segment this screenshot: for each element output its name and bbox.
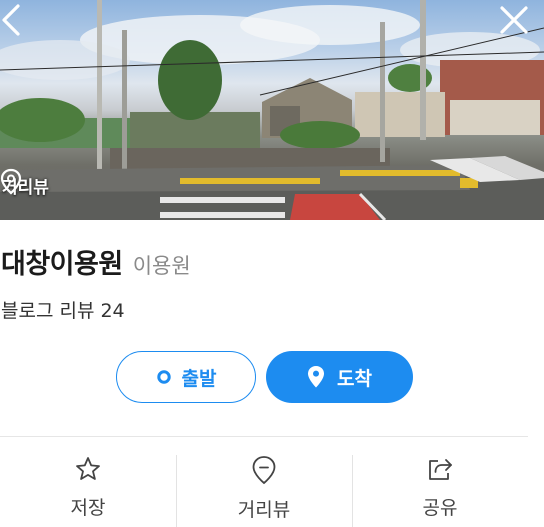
close-button[interactable] <box>498 4 530 36</box>
blog-review-label: 블로그 리뷰 <box>1 300 95 322</box>
title-row: 대창이용원 이용원 <box>1 242 191 281</box>
share-button-label: 공유 <box>422 497 458 519</box>
street-scene <box>0 0 544 220</box>
place-category: 이용원 <box>132 254 191 278</box>
save-button-label: 저장 <box>70 497 106 519</box>
star-icon <box>76 457 100 480</box>
share-button[interactable]: 공유 <box>352 437 528 527</box>
map-pin-icon <box>0 168 22 195</box>
roadview-button-label: 거리뷰 <box>237 499 291 521</box>
place-name: 대창이용원 <box>1 249 123 280</box>
chevron-left-icon <box>2 4 20 36</box>
arrive-button-label: 도착 <box>337 367 372 390</box>
save-button[interactable]: 저장 <box>0 437 176 527</box>
blog-review-link[interactable]: 블로그 리뷰 24 <box>1 296 125 323</box>
depart-button-label: 출발 <box>181 367 217 390</box>
close-icon <box>500 6 528 34</box>
depart-button[interactable]: 출발 <box>116 351 256 403</box>
origin-dot-icon <box>156 370 171 384</box>
action-bar: 저장 거리뷰 공유 <box>0 437 528 527</box>
back-button[interactable] <box>0 2 30 38</box>
share-icon <box>429 459 452 480</box>
street-view-photo[interactable]: 거리뷰 <box>0 0 544 220</box>
blog-review-count: 24 <box>100 300 125 322</box>
roadview-badge[interactable]: 거리뷰 <box>0 168 49 202</box>
destination-pin-icon <box>308 366 325 388</box>
roadview-button[interactable]: 거리뷰 <box>176 437 352 527</box>
map-pin-icon <box>252 456 276 485</box>
arrive-button[interactable]: 도착 <box>266 351 413 403</box>
